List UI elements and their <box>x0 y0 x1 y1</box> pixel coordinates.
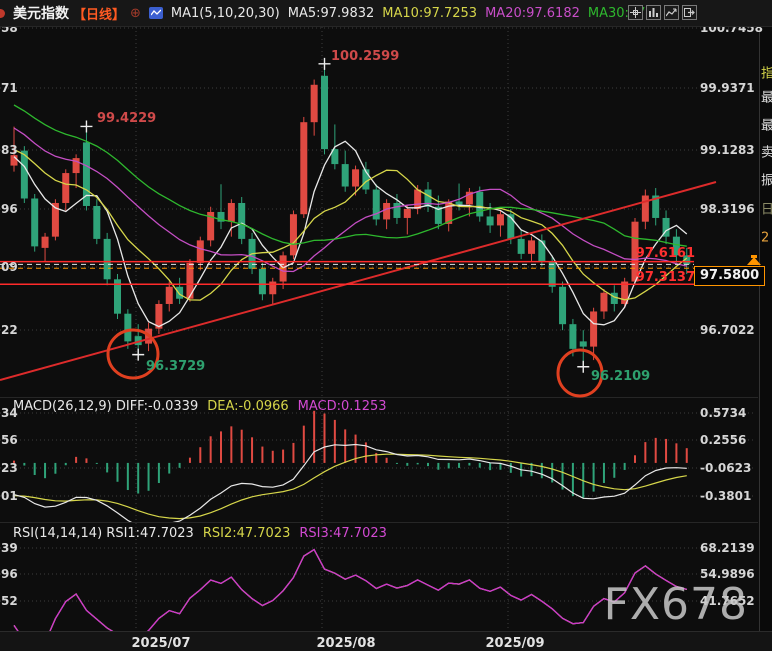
watermark: FX678 <box>604 579 748 630</box>
time-axis-strip <box>0 631 772 651</box>
circle-plus-icon[interactable]: ⊕ <box>130 7 141 20</box>
red-marker-dot <box>0 9 5 18</box>
indicator-icon[interactable] <box>646 5 661 20</box>
ma5-value: MA5:97.9832 <box>288 6 375 21</box>
right-edge-panel <box>759 27 772 631</box>
symbol-title: 美元指数 <box>13 3 69 23</box>
export-icon[interactable] <box>682 5 697 20</box>
price-flag-icon[interactable] <box>746 254 762 266</box>
ma-params-label: MA1(5,10,20,30) <box>171 6 280 21</box>
ma-indicator-icon[interactable] <box>149 7 163 19</box>
chart-toolbar <box>628 5 697 20</box>
candlestick-chart-canvas[interactable] <box>0 0 772 650</box>
period-label[interactable]: 【日线】 <box>73 4 125 23</box>
crosshair-icon[interactable] <box>628 5 643 20</box>
ma10-value: MA10:97.7253 <box>382 6 477 21</box>
trading-app: { "header": { "symbol": "美元指数", "period_… <box>0 0 772 650</box>
line-chart-icon[interactable] <box>664 5 679 20</box>
current-price-tag[interactable]: 97.5800 <box>694 266 765 286</box>
ma20-value: MA20:97.6182 <box>485 6 580 21</box>
